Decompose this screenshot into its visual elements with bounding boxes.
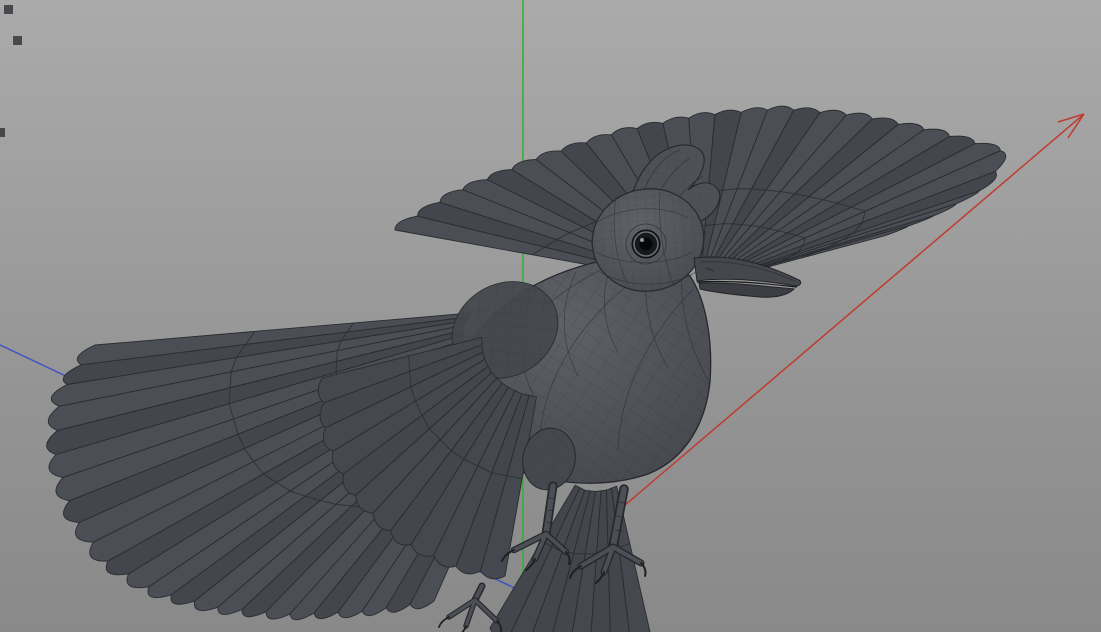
bird-model[interactable] [46,105,1007,632]
edge-mark [4,5,13,14]
eye-highlight [640,238,644,242]
edge-mark [13,36,22,45]
edge-mark [0,128,5,137]
edge-marks [0,5,22,137]
viewport-canvas[interactable] [0,0,1101,632]
viewport[interactable] [0,0,1101,632]
beak [693,256,802,298]
